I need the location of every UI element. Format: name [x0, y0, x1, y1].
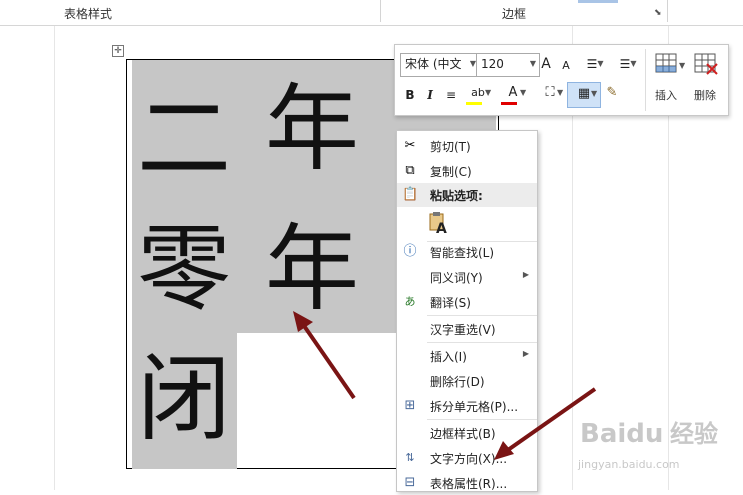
watermark-brand: Baidu [580, 419, 663, 449]
annotation-arrow [293, 311, 356, 400]
watermark: Baidu 经验 jingyan.baidu.com [572, 390, 742, 490]
watermark-cn: 经验 [670, 420, 718, 448]
watermark-logo: Baidu 经验 jingyan.baidu.com [577, 419, 718, 471]
watermark-url: jingyan.baidu.com [577, 458, 680, 471]
